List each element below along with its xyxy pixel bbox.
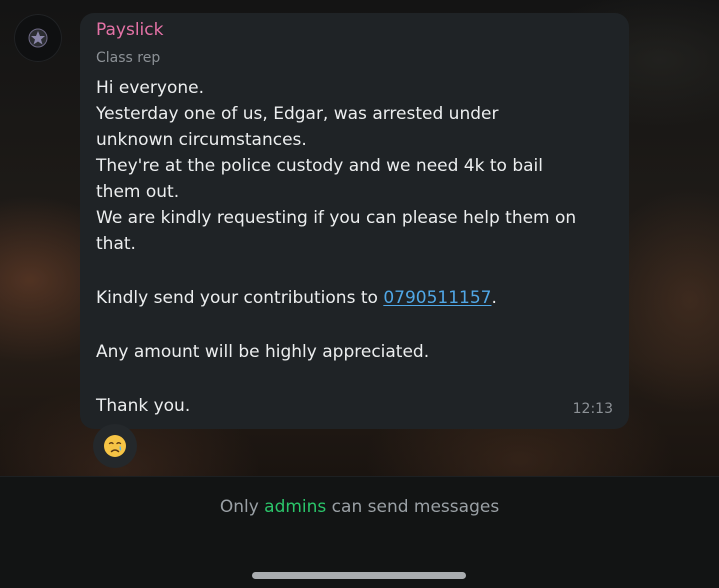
notice-suffix: can send messages: [326, 497, 500, 517]
message-timestamp: 12:13: [572, 401, 613, 417]
message-line: that.: [96, 234, 136, 254]
message-line: Yesterday one of us, Edgar, was arrested…: [96, 104, 499, 124]
phone-number-link[interactable]: 0790511157: [383, 288, 491, 308]
message-reaction[interactable]: [93, 424, 137, 468]
message-line: unknown circumstances.: [96, 130, 307, 150]
message-bubble[interactable]: Payslick Class rep Hi everyone. Yesterda…: [80, 13, 629, 429]
message-line: them out.: [96, 182, 180, 202]
chat-background: Payslick Class rep Hi everyone. Yesterda…: [0, 0, 719, 476]
gesture-home-bar[interactable]: [252, 572, 466, 579]
contribution-prefix: Kindly send your contributions to: [96, 288, 384, 308]
message-line: We are kindly requesting if you can plea…: [96, 208, 577, 228]
message-text: Hi everyone. Yesterday one of us, Edgar,…: [96, 75, 616, 419]
admins-only-notice: Only admins can send messages: [0, 497, 719, 517]
appreciation-line: Any amount will be highly appreciated.: [96, 342, 430, 362]
notice-prefix: Only: [219, 497, 265, 517]
avatar-emblem-icon: [28, 28, 48, 48]
chat-footer: Only admins can send messages: [0, 476, 719, 588]
sender-role: Class rep: [96, 50, 161, 66]
admins-link[interactable]: admins: [264, 497, 326, 517]
contribution-suffix: .: [491, 288, 497, 308]
crying-face-emoji-icon: [104, 435, 126, 457]
sender-avatar[interactable]: [14, 14, 62, 62]
message-line: Hi everyone.: [96, 78, 204, 98]
sender-name[interactable]: Payslick: [96, 20, 163, 40]
closing-line: Thank you.: [96, 396, 191, 416]
message-line: They're at the police custody and we nee…: [96, 156, 543, 176]
contribution-line: Kindly send your contributions to 079051…: [96, 285, 616, 311]
